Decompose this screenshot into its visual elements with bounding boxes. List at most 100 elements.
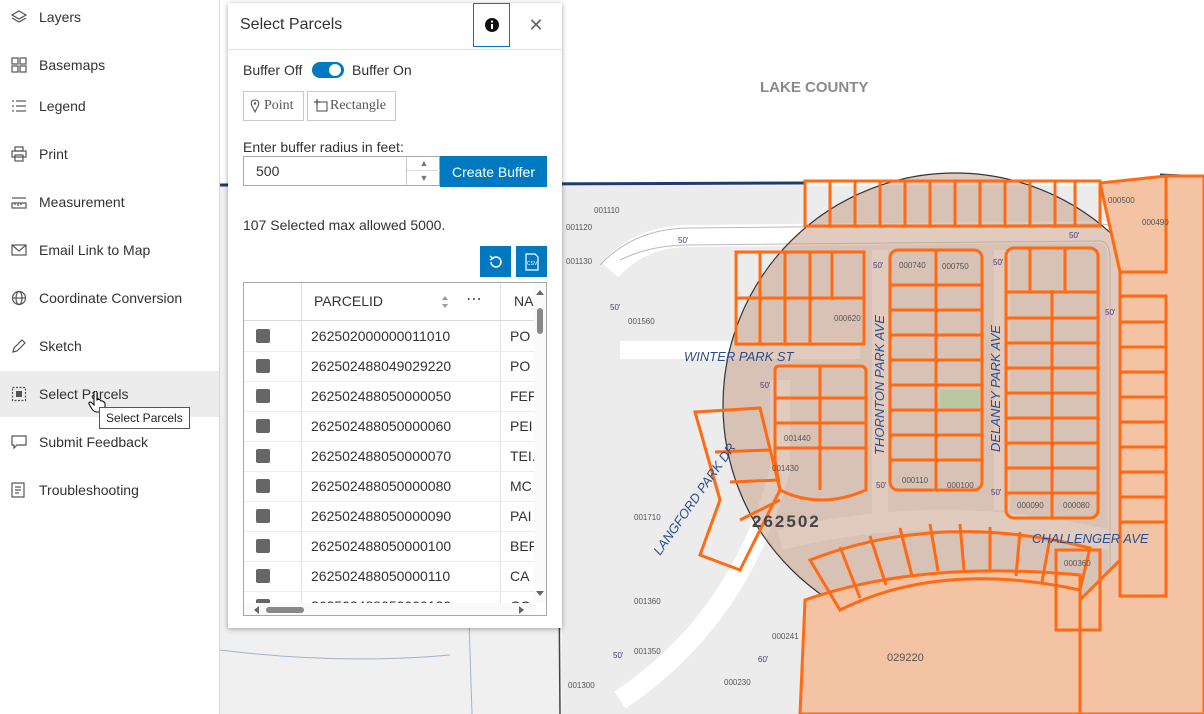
radius-label: Enter buffer radius in feet: bbox=[243, 139, 404, 155]
refresh-icon bbox=[489, 254, 502, 268]
point-label: Point bbox=[264, 98, 294, 113]
sidebar-item-sketch[interactable]: Sketch bbox=[0, 323, 219, 369]
sidebar-item-label: Select Parcels bbox=[39, 386, 129, 402]
column-menu-icon[interactable]: ⋯ bbox=[466, 289, 482, 309]
horizontal-scrollbar[interactable] bbox=[244, 603, 536, 615]
sidebar-item-label: Layers bbox=[39, 9, 82, 25]
pencil-icon bbox=[10, 337, 28, 355]
buffer-toggle[interactable] bbox=[312, 62, 344, 78]
radius-spinner[interactable]: ▲ ▼ bbox=[406, 156, 441, 186]
printer-icon bbox=[10, 145, 28, 163]
cell-parcelid: 262502000000011010 bbox=[311, 328, 451, 344]
parcel-number: 000241 bbox=[772, 632, 799, 641]
cell-parcelid: 262502488050000050 bbox=[311, 388, 452, 404]
close-button[interactable]: ✕ bbox=[524, 13, 548, 37]
row-checkbox[interactable] bbox=[256, 539, 270, 553]
dimension-label: 50' bbox=[993, 258, 1004, 267]
export-csv-button[interactable]: CSV bbox=[516, 246, 547, 277]
section-label: 262502 bbox=[752, 512, 821, 531]
sidebar-item-layers[interactable]: Layers bbox=[0, 0, 219, 40]
rectangle-select-button[interactable]: Rectangle bbox=[307, 91, 396, 121]
sort-icon[interactable] bbox=[441, 295, 449, 309]
county-label: LAKE COUNTY bbox=[760, 79, 868, 96]
row-checkbox[interactable] bbox=[256, 509, 270, 523]
table-header: PARCELID ⋯ NA bbox=[244, 283, 536, 321]
dimension-label: 50' bbox=[613, 651, 624, 660]
dimension-label: 50' bbox=[760, 381, 771, 390]
envelope-icon bbox=[10, 241, 28, 259]
parcel-number: 001360 bbox=[634, 597, 661, 606]
dimension-label: 50' bbox=[991, 488, 1002, 497]
table-row[interactable]: 262502488050000070 TEI. bbox=[244, 441, 536, 472]
increment-icon[interactable]: ▲ bbox=[407, 156, 441, 170]
table-row[interactable]: 262502488050000090 PAI bbox=[244, 501, 536, 532]
close-icon: ✕ bbox=[528, 14, 544, 35]
cell-parcelid: 262502488050000090 bbox=[311, 508, 452, 524]
table-row[interactable]: 262502488050000100 BEF bbox=[244, 531, 536, 562]
decrement-icon[interactable]: ▼ bbox=[407, 170, 441, 185]
dimension-label: 50' bbox=[1069, 231, 1080, 240]
parcel-number: 001430 bbox=[772, 464, 799, 473]
cell-parcelid: 262502488050000080 bbox=[311, 478, 452, 494]
street-winter-park: WINTER PARK ST bbox=[684, 349, 795, 364]
tooltip: Select Parcels bbox=[99, 407, 190, 429]
create-buffer-button[interactable]: Create Buffer bbox=[440, 156, 547, 187]
row-checkbox[interactable] bbox=[256, 479, 270, 493]
row-checkbox[interactable] bbox=[256, 329, 270, 343]
parcel-number: 001120 bbox=[566, 223, 593, 232]
cell-parcelid: 262502488050000060 bbox=[311, 418, 452, 434]
table-row[interactable]: 262502488049029220 PO bbox=[244, 351, 536, 382]
sidebar-item-basemaps[interactable]: Basemaps bbox=[0, 42, 219, 88]
panel-header: Select Parcels ✕ bbox=[228, 3, 562, 50]
sidebar-item-label: Measurement bbox=[39, 194, 125, 210]
sidebar-item-troubleshooting[interactable]: Troubleshooting bbox=[0, 467, 219, 513]
parcel-number: 001300 bbox=[568, 681, 595, 690]
info-button[interactable] bbox=[473, 3, 510, 47]
sidebar-item-label: Submit Feedback bbox=[39, 434, 148, 450]
row-checkbox[interactable] bbox=[256, 389, 270, 403]
sidebar-item-legend[interactable]: Legend bbox=[0, 83, 219, 129]
column-header-parcelid[interactable]: PARCELID bbox=[314, 293, 383, 309]
dimension-label: 50' bbox=[610, 303, 621, 312]
dimension-label: 50' bbox=[873, 261, 884, 270]
dimension-label: 50' bbox=[876, 481, 887, 490]
cell-name: PO bbox=[510, 358, 531, 374]
parcel-number: 001560 bbox=[628, 317, 655, 326]
parcel-table[interactable]: PARCELID ⋯ NA 262502000000011010 PO 2625… bbox=[243, 282, 547, 616]
sidebar-item-email-link[interactable]: Email Link to Map bbox=[0, 227, 219, 273]
csv-file-icon: CSV bbox=[524, 252, 539, 271]
cell-name: PAI bbox=[510, 508, 532, 524]
buffer-off-label: Buffer Off bbox=[243, 62, 303, 78]
rectangle-label: Rectangle bbox=[330, 98, 386, 113]
table-row[interactable]: 262502488050000080 MC bbox=[244, 471, 536, 502]
table-row[interactable]: 262502488050000060 PEI bbox=[244, 411, 536, 442]
row-checkbox[interactable] bbox=[256, 419, 270, 433]
vertical-scrollbar[interactable] bbox=[534, 283, 546, 603]
row-checkbox[interactable] bbox=[256, 449, 270, 463]
row-checkbox[interactable] bbox=[256, 569, 270, 583]
table-row[interactable]: 262502488050000050 FEF bbox=[244, 381, 536, 412]
refresh-button[interactable] bbox=[480, 246, 511, 277]
parcel-number: 000080 bbox=[1063, 501, 1090, 510]
column-header-name[interactable]: NA bbox=[514, 293, 536, 309]
street-delaney-park: DELANEY PARK AVE bbox=[988, 325, 1003, 452]
dimension-label: 60' bbox=[758, 655, 769, 664]
parcel-number: 001710 bbox=[634, 513, 661, 522]
point-select-button[interactable]: Point bbox=[243, 91, 304, 121]
sidebar-item-coordinate-conversion[interactable]: Coordinate Conversion bbox=[0, 275, 219, 321]
row-checkbox[interactable] bbox=[256, 359, 270, 373]
sidebar-item-label: Legend bbox=[39, 98, 86, 114]
buffer-on-label: Buffer On bbox=[352, 62, 412, 78]
sidebar-item-label: Basemaps bbox=[39, 57, 106, 73]
table-row[interactable]: 262502000000011010 PO bbox=[244, 321, 536, 352]
sidebar-item-label: Coordinate Conversion bbox=[39, 290, 183, 306]
sidebar-item-measurement[interactable]: Measurement bbox=[0, 179, 219, 225]
svg-text:CSV: CSV bbox=[527, 261, 538, 267]
basemap-grid-icon bbox=[10, 56, 28, 74]
sidebar-item-print[interactable]: Print bbox=[0, 131, 219, 177]
sidebar-item-label: Sketch bbox=[39, 338, 82, 354]
rectangle-add-icon bbox=[314, 99, 328, 112]
legend-list-icon bbox=[10, 97, 28, 115]
cell-name: PO bbox=[510, 328, 531, 344]
table-row[interactable]: 262502488050000110 CA bbox=[244, 561, 536, 592]
